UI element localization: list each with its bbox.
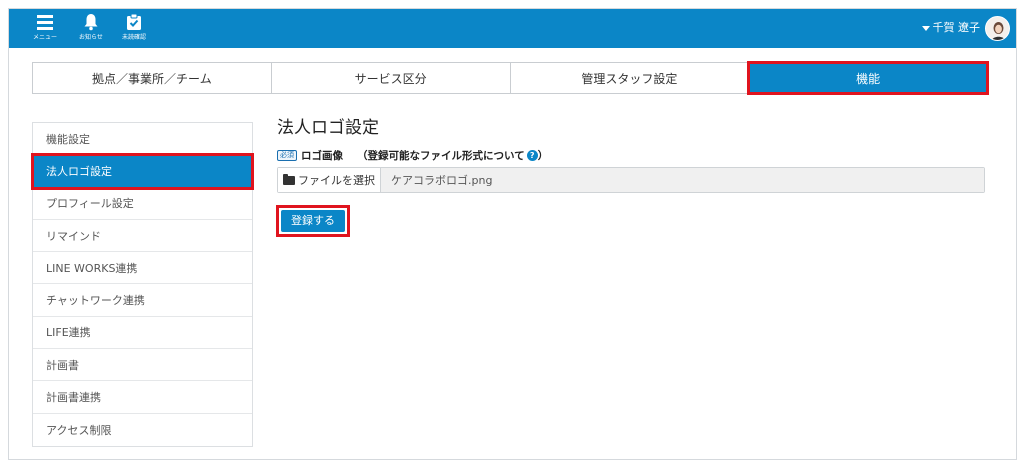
settings-tabs: 拠点／事業所／チーム サービス区分 管理スタッフ設定 機能 bbox=[32, 61, 989, 95]
notifications-label: お知らせ bbox=[79, 34, 103, 41]
menu-button[interactable]: メニュー bbox=[25, 12, 65, 46]
selected-file-name: ケアコラボロゴ.png bbox=[381, 168, 984, 192]
notifications-button[interactable]: お知らせ bbox=[71, 12, 111, 46]
field-label: ロゴ画像 bbox=[301, 149, 343, 162]
main-content: 法人ロゴ設定 必須 ロゴ画像 （登録可能なファイル形式について?） ファイルを選… bbox=[276, 113, 985, 237]
sidebar: 機能設定 法人ロゴ設定 プロフィール設定 リマインド LINE WORKS連携 … bbox=[31, 122, 254, 447]
sidebar-item-life[interactable]: LIFE連携 bbox=[33, 317, 252, 350]
top-bar: メニュー お知らせ 未読確認 千賀 遼子 bbox=[9, 9, 1016, 48]
avatar[interactable] bbox=[985, 16, 1010, 41]
sidebar-item-corporate-logo[interactable]: 法人ロゴ設定 bbox=[31, 153, 254, 190]
help-link-close: ） bbox=[537, 149, 549, 162]
logo-field-header: 必須 ロゴ画像 （登録可能なファイル形式について?） bbox=[277, 148, 985, 162]
page-title: 法人ロゴ設定 bbox=[277, 118, 379, 138]
tab-service-category[interactable]: サービス区分 bbox=[271, 63, 511, 93]
sidebar-item-profile[interactable]: プロフィール設定 bbox=[33, 188, 252, 220]
file-upload: ファイルを選択 ケアコラボロゴ.png bbox=[277, 167, 985, 193]
sidebar-item-chatwork[interactable]: チャットワーク連携 bbox=[33, 284, 252, 317]
sidebar-item-line-works[interactable]: LINE WORKS連携 bbox=[33, 252, 252, 285]
sidebar-item-feature-settings[interactable]: 機能設定 bbox=[33, 123, 252, 156]
register-button[interactable]: 登録する bbox=[281, 210, 345, 232]
help-link-text: （登録可能なファイル形式について bbox=[357, 149, 525, 162]
app-frame: メニュー お知らせ 未読確認 千賀 遼子 拠点／事業所／チーム サービス区分 管… bbox=[8, 8, 1017, 460]
avatar-image bbox=[991, 22, 1006, 40]
file-format-help-link[interactable]: （登録可能なファイル形式について?） bbox=[357, 148, 548, 163]
user-menu[interactable]: 千賀 遼子 bbox=[921, 19, 981, 37]
required-badge: 必須 bbox=[277, 149, 297, 161]
caret-down-icon bbox=[921, 25, 930, 31]
choose-file-label: ファイルを選択 bbox=[298, 174, 375, 187]
sidebar-item-remind[interactable]: リマインド bbox=[33, 220, 252, 253]
tab-admin-staff[interactable]: 管理スタッフ設定 bbox=[510, 63, 750, 93]
tab-features[interactable]: 機能 bbox=[747, 61, 989, 95]
sidebar-item-access-restriction[interactable]: アクセス制限 bbox=[33, 414, 252, 446]
user-name: 千賀 遼子 bbox=[932, 21, 981, 34]
unread-check-button[interactable]: 未読確認 bbox=[114, 12, 154, 46]
menu-icon bbox=[37, 15, 53, 30]
clipboard-check-icon bbox=[127, 13, 141, 30]
folder-open-icon bbox=[283, 173, 295, 185]
menu-label: メニュー bbox=[32, 34, 57, 41]
choose-file-button[interactable]: ファイルを選択 bbox=[278, 168, 381, 192]
bell-icon bbox=[84, 14, 98, 31]
unread-check-label: 未読確認 bbox=[121, 34, 146, 41]
sidebar-item-plan[interactable]: 計画書 bbox=[33, 349, 252, 382]
question-icon: ? bbox=[526, 150, 538, 161]
submit-highlight: 登録する bbox=[276, 205, 350, 237]
tab-locations[interactable]: 拠点／事業所／チーム bbox=[33, 63, 272, 93]
sidebar-item-plan-integration[interactable]: 計画書連携 bbox=[33, 381, 252, 414]
